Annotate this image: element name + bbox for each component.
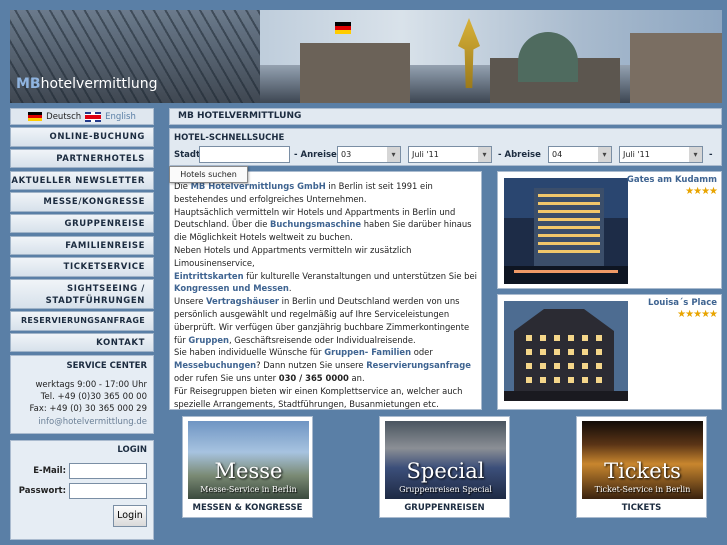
link-vertragshaeuser[interactable]: Vertragshäuser	[206, 296, 279, 306]
promo-caption[interactable]: TICKETS	[577, 503, 706, 513]
banner-building-right	[630, 33, 722, 103]
search-title: HOTEL-SCHNELLSUCHE	[174, 133, 285, 143]
nav-sightseeing-line1: SIGHTSEEING /	[66, 284, 145, 294]
banner-building	[300, 43, 410, 103]
abreise-label: - Abreise	[498, 150, 541, 160]
hotel-image-louisa[interactable]	[504, 301, 628, 401]
nav-ticketservice[interactable]: TICKETSERVICE	[10, 257, 154, 277]
promo-image-tickets[interactable]: Tickets Ticket-Service in Berlin	[582, 421, 703, 499]
lang-deutsch[interactable]: Deutsch	[46, 112, 81, 122]
hotel-quick-search: HOTEL-SCHNELLSUCHE Stadt - Anreise 03 Ju…	[169, 128, 722, 166]
link-gruppen-familien[interactable]: Gruppen- Familien	[324, 347, 411, 357]
promo-messe[interactable]: Messe Messe-Service in Berlin MESSEN & K…	[182, 416, 313, 518]
email-row: E-Mail:	[17, 462, 147, 479]
header-banner: MBhotelvermittlung	[10, 10, 722, 103]
german-flag-icon[interactable]	[28, 112, 43, 121]
promo-subtitle: Ticket-Service in Berlin	[594, 485, 691, 494]
hotel-image-gates[interactable]	[504, 178, 628, 284]
login-title: LOGIN	[117, 444, 147, 455]
promo-special[interactable]: Special Gruppenreisen Special GRUPPENREI…	[379, 416, 510, 518]
stadt-input[interactable]	[199, 146, 290, 163]
link-reservierungsanfrage[interactable]: Reservierungsanfrage	[366, 360, 471, 370]
abreise-day-select[interactable]: 04	[548, 146, 612, 163]
hotel-name[interactable]: Louisa´s Place	[648, 298, 717, 308]
nav-kontakt[interactable]: KONTAKT	[10, 332, 154, 353]
language-switcher: Deutsch English	[10, 108, 154, 125]
nav-familienreise[interactable]: FAMILIENREISE	[10, 235, 154, 256]
service-email-link[interactable]: info@hotelvermittlung.de	[17, 416, 147, 428]
hotels-suchen-button[interactable]: Hotels suchen	[169, 166, 248, 183]
uk-flag-icon[interactable]	[85, 111, 102, 122]
password-label: Passwort:	[18, 485, 66, 496]
link-kongresse-messen[interactable]: Kongressen und Messen	[174, 283, 289, 293]
service-center: SERVICE CENTER werktags 9:00 - 17:00 Uhr…	[10, 355, 154, 434]
anreise-month-select[interactable]: Juli '11	[408, 146, 492, 163]
promo-big-title: Special	[406, 459, 485, 483]
german-flag-icon	[335, 22, 351, 34]
nav-messe-kongresse[interactable]: MESSE/KONGRESSE	[10, 192, 154, 212]
service-fax: Fax: +49 (0) 30 365 000 29	[29, 404, 147, 415]
email-field[interactable]	[69, 462, 147, 479]
nav-sightseeing-line2: STADTFÜHRUNGEN	[45, 296, 145, 306]
nav-newsletter[interactable]: AKTUELLER NEWSLETTER	[10, 170, 154, 191]
promo-image-messe[interactable]: Messe Messe-Service in Berlin	[188, 421, 309, 499]
email-label: E-Mail:	[33, 465, 66, 476]
left-sidebar: Deutsch English ONLINE-BUCHUNG PARTNERHO…	[10, 108, 154, 540]
link-eintrittskarten[interactable]: Eintrittskarten	[174, 271, 244, 281]
link-messebuchungen[interactable]: Messebuchungen	[174, 360, 256, 370]
promo-subtitle: Gruppenreisen Special	[399, 485, 492, 494]
nav-online-buchung[interactable]: ONLINE-BUCHUNG	[10, 127, 154, 147]
anreise-label: - Anreise	[294, 150, 337, 160]
lang-english[interactable]: English	[105, 112, 136, 122]
password-row: Passwort:	[17, 482, 147, 499]
nav-reservierungsanfrage[interactable]: RESERVIERUNGSANFRAGE	[10, 311, 154, 331]
promo-tickets[interactable]: Tickets Ticket-Service in Berlin TICKETS	[576, 416, 707, 518]
abreise-month-select[interactable]: Juli '11	[619, 146, 703, 163]
promo-subtitle: Messe-Service in Berlin	[200, 485, 297, 494]
nav-partnerhotels[interactable]: PARTNERHOTELS	[10, 148, 154, 169]
link-gruppen[interactable]: Gruppen	[188, 335, 229, 345]
nav-gruppenreise[interactable]: GRUPPENREISE	[10, 213, 154, 234]
phone-number: 030 / 365 0000	[278, 372, 349, 383]
login-box: LOGIN E-Mail: Passwort: Login	[10, 439, 154, 540]
star-rating-icon: ★★★★	[685, 186, 718, 197]
hotel-card-louisa[interactable]: Louisa´s Place ★★★★★	[497, 294, 722, 410]
page-title: MB HOTELVERMITTLUNG	[169, 108, 722, 125]
promo-caption[interactable]: GRUPPENREISEN	[380, 503, 509, 513]
star-rating-icon: ★★★★★	[677, 309, 718, 320]
login-button[interactable]: Login	[113, 504, 147, 527]
promo-image-special[interactable]: Special Gruppenreisen Special	[385, 421, 506, 499]
promo-caption[interactable]: MESSEN & KONGRESSE	[183, 503, 312, 513]
stadt-label: Stadt	[174, 150, 201, 160]
anreise-day-select[interactable]: 03	[337, 146, 401, 163]
promo-big-title: Tickets	[604, 459, 681, 483]
password-field[interactable]	[69, 482, 147, 499]
service-hours: werktags 9:00 - 17:00 Uhr	[35, 379, 147, 390]
link-buchungsmaschine[interactable]: Buchungsmaschine	[270, 219, 361, 229]
service-center-title: SERVICE CENTER	[66, 361, 147, 372]
hotel-card-gates[interactable]: Gates am Kudamm ★★★★	[497, 171, 722, 289]
nav-sightseeing[interactable]: SIGHTSEEING / STADTFÜHRUNGEN	[10, 279, 154, 309]
site-logo[interactable]: MBhotelvermittlung	[16, 76, 157, 92]
promo-big-title: Messe	[214, 459, 283, 483]
hotel-name[interactable]: Gates am Kudamm	[627, 175, 717, 185]
intro-text: Die MB Hotelvermittlungs GmbH in Berlin …	[169, 171, 482, 410]
service-tel: Tel. +49 (0)30 365 00 00	[40, 391, 147, 402]
search-dash: -	[709, 150, 713, 160]
